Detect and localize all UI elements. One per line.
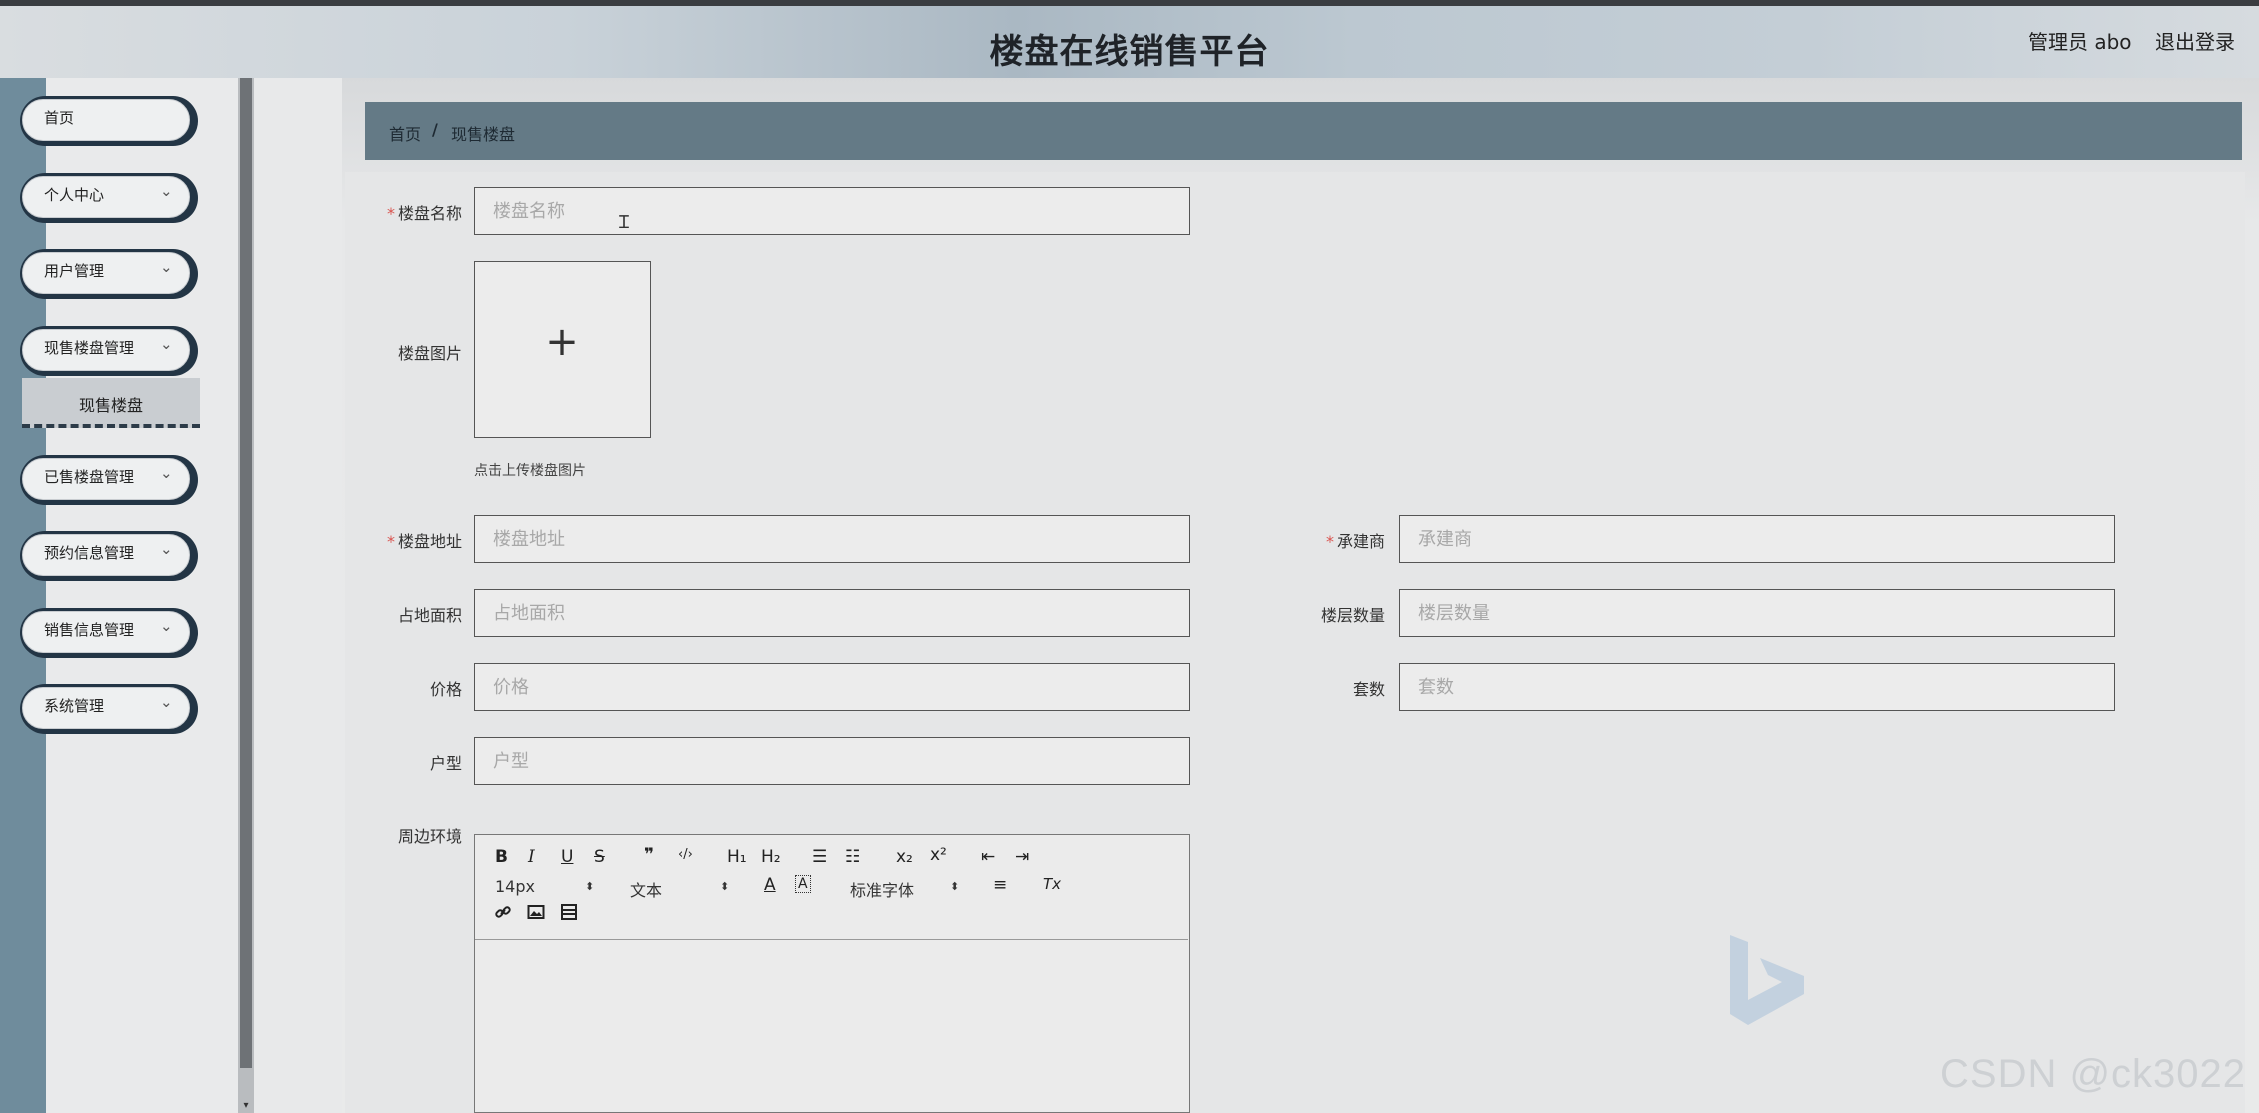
font-size-select[interactable]: 14px ⬍ (495, 877, 595, 896)
font-family-select[interactable]: 标准字体 ⬍ (850, 877, 960, 901)
select-arrows-icon: ⬍ (720, 880, 730, 893)
breadcrumb-current: 现售楼盘 (451, 125, 516, 144)
sidebar-item-sold-management[interactable]: 已售楼盘管理 ⌄ (20, 455, 198, 505)
property-name-input[interactable] (474, 187, 1190, 235)
plus-icon: + (545, 319, 579, 365)
sidebar-item-system-management[interactable]: 系统管理 ⌄ (20, 684, 198, 734)
contractor-input[interactable] (1399, 515, 2115, 563)
floors-field-label: 楼层数量 (1320, 606, 1385, 625)
upload-hint: 点击上传楼盘图片 (474, 463, 586, 479)
rich-text-editor[interactable]: B I U S ❞ ‹/› H₁ H₂ ☰ ☷ x₂ x² ⇤ ⇥ 14px ⬍… (474, 834, 1190, 1113)
sidebar-item-label: 首页 (44, 109, 75, 127)
bullet-list-icon[interactable]: ☷ (845, 847, 860, 867)
address-input[interactable] (474, 515, 1190, 563)
sidebar-item-label: 系统管理 (44, 697, 105, 715)
sidebar-scrollbar-thumb[interactable] (240, 78, 252, 1068)
sidebar-item-label: 个人中心 (44, 186, 105, 204)
page-title: 楼盘在线销售平台 (989, 32, 1270, 72)
chevron-down-icon: ⌄ (160, 540, 173, 558)
sidebar (46, 78, 238, 1113)
blockquote-icon[interactable]: ❞ (644, 845, 654, 865)
sidebar-item-personal-center[interactable]: 个人中心 ⌄ (20, 173, 198, 223)
chevron-down-icon: ⌄ (160, 617, 173, 635)
video-icon[interactable] (559, 903, 579, 923)
ordered-list-icon[interactable]: ☰ (812, 847, 827, 867)
name-field-label: * 楼盘名称 (386, 204, 462, 223)
sidebar-item-label: 用户管理 (44, 262, 105, 280)
breadcrumb-home-link[interactable]: 首页 (389, 121, 421, 145)
floors-input[interactable] (1399, 589, 2115, 637)
image-field-label: 楼盘图片 (397, 344, 462, 363)
font-color-icon[interactable]: A (764, 875, 776, 895)
layout-field-label: 户型 (429, 754, 462, 773)
chevron-down-icon: ⌄ (160, 464, 173, 482)
layout-input[interactable] (474, 737, 1190, 785)
heading-2-icon[interactable]: H₂ (761, 847, 781, 867)
sidebar-item-home[interactable]: 首页 (20, 96, 198, 146)
area-input[interactable] (474, 589, 1190, 637)
image-icon[interactable] (526, 903, 546, 923)
area-field-label: 占地面积 (397, 606, 462, 625)
code-block-icon[interactable]: ‹/› (678, 847, 693, 862)
logout-link[interactable]: 退出登录 (2155, 26, 2235, 55)
superscript-icon[interactable]: x² (930, 845, 947, 865)
contractor-field-label: * 承建商 (1325, 532, 1385, 551)
content-gutter (254, 78, 342, 1113)
chevron-down-icon: ⌄ (160, 182, 173, 200)
sidebar-item-reservation-management[interactable]: 预约信息管理 ⌄ (20, 531, 198, 581)
header-bar: 楼盘在线销售平台 (0, 6, 2259, 78)
editor-toolbar: B I U S ❞ ‹/› H₁ H₂ ☰ ☷ x₂ x² ⇤ ⇥ 14px ⬍… (475, 835, 1188, 940)
price-input[interactable] (474, 663, 1190, 711)
breadcrumb-separator: / (432, 120, 438, 139)
outdent-icon[interactable]: ⇤ (981, 847, 995, 867)
required-mark: * (386, 204, 395, 223)
select-arrows-icon: ⬍ (585, 880, 595, 893)
surroundings-field-label: 周边环境 (397, 827, 462, 846)
sidebar-subitem-label: 现售楼盘 (78, 396, 143, 415)
heading-1-icon[interactable]: H₁ (727, 847, 747, 867)
underline-icon[interactable]: U (561, 847, 573, 867)
sidebar-item-label: 预约信息管理 (44, 544, 135, 562)
bing-logo-icon (1730, 935, 1804, 1025)
link-icon[interactable] (493, 903, 513, 923)
sidebar-strip (0, 78, 46, 1113)
sidebar-item-label: 销售信息管理 (44, 621, 135, 639)
required-mark: * (1325, 532, 1334, 551)
required-mark: * (386, 532, 395, 551)
italic-icon[interactable]: I (528, 847, 535, 867)
indent-icon[interactable]: ⇥ (1015, 847, 1029, 867)
chevron-down-icon: ⌄ (160, 258, 173, 276)
units-input[interactable] (1399, 663, 2115, 711)
sidebar-subitem-on-sale[interactable]: 现售楼盘 (22, 378, 200, 428)
units-field-label: 套数 (1352, 680, 1385, 699)
chevron-down-icon: ⌄ (160, 335, 173, 353)
bold-icon[interactable]: B (495, 847, 508, 867)
chevron-down-icon: ⌄ (160, 693, 173, 711)
text-cursor-icon: Ɪ (619, 212, 630, 233)
address-field-label: * 楼盘地址 (386, 532, 462, 551)
align-icon[interactable]: ≡ (993, 875, 1007, 895)
sidebar-item-label: 现售楼盘管理 (44, 339, 135, 357)
select-arrows-icon: ⬍ (950, 880, 960, 893)
sidebar-item-sales-management[interactable]: 销售信息管理 ⌄ (20, 608, 198, 658)
clear-format-icon[interactable]: Tx (1043, 875, 1061, 893)
breadcrumb (365, 102, 2242, 160)
sidebar-item-label: 已售楼盘管理 (44, 468, 135, 486)
strikethrough-icon[interactable]: S (594, 847, 605, 867)
scroll-down-arrow-icon[interactable]: ▾ (240, 1100, 252, 1112)
subscript-icon[interactable]: x₂ (896, 847, 913, 867)
sidebar-item-on-sale-management[interactable]: 现售楼盘管理 ⌄ (20, 326, 198, 376)
watermark: CSDN @ck3022 (1940, 1052, 2247, 1096)
price-field-label: 价格 (429, 680, 462, 699)
sidebar-item-user-management[interactable]: 用户管理 ⌄ (20, 249, 198, 299)
image-upload-box[interactable]: + (474, 261, 651, 438)
text-type-select[interactable]: 文本 ⬍ (630, 877, 730, 901)
background-color-icon[interactable]: A (795, 875, 811, 893)
current-user-label: 管理员 abo (2028, 30, 2132, 54)
